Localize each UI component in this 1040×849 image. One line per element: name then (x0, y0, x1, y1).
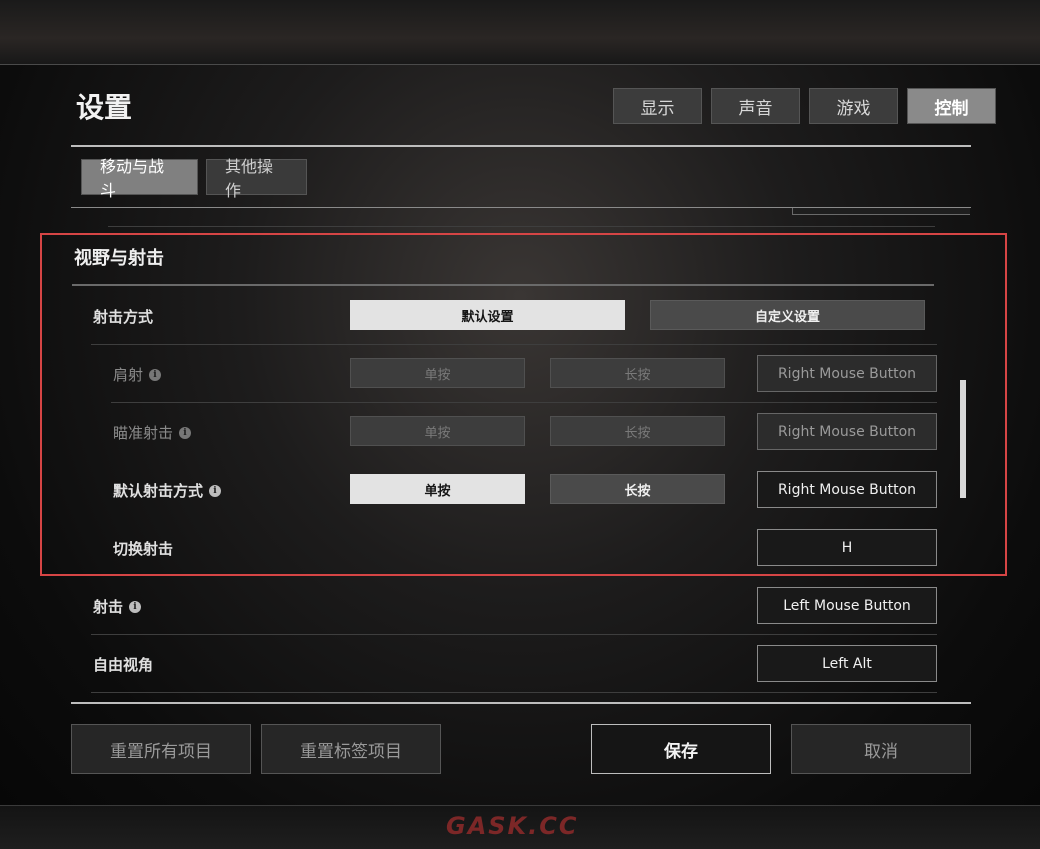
tab-controls[interactable]: 控制 (907, 88, 996, 124)
row-label: 瞄准射击 i (113, 422, 192, 443)
default-fire-key-button[interactable]: Right Mouse Button (757, 471, 937, 508)
top-backdrop (0, 0, 1040, 65)
subtab-move-combat[interactable]: 移动与战斗 (81, 157, 198, 200)
info-icon[interactable]: i (179, 426, 192, 439)
info-icon[interactable]: i (129, 600, 142, 613)
row-label: 射击 i (93, 596, 142, 617)
toggle-fire-key-button[interactable]: H (757, 529, 937, 566)
hold-option: 长按 (550, 416, 725, 446)
partial-row (108, 208, 970, 227)
list-scrollbar[interactable] (960, 380, 966, 498)
sub-tabs: 移动与战斗 其他操作 (81, 157, 307, 200)
save-button[interactable]: 保存 (591, 724, 771, 774)
main-tabs: 显示 声音 游戏 控制 (613, 88, 996, 124)
row-fire: 射击 i Left Mouse Button (91, 577, 937, 635)
hold-option: 长按 (550, 358, 725, 388)
row-label: 切换射击 (113, 540, 174, 558)
tab-display[interactable]: 显示 (613, 88, 702, 124)
row-label: 射击方式 (93, 308, 154, 326)
row-shoot-mode: 射击方式 默认设置 自定义设置 (91, 287, 937, 345)
row-aim-fire: 瞄准射击 i 单按 长按 Right Mouse Button (111, 403, 937, 460)
reset-tab-button[interactable]: 重置标签项目 (261, 724, 441, 774)
tab-game[interactable]: 游戏 (809, 88, 898, 124)
page-title: 设置 (76, 91, 133, 124)
settings-list[interactable]: 视野与射击 射击方式 默认设置 自定义设置 肩射 i 单按 长按 Right M… (72, 208, 970, 702)
row-free-look: 自由视角 Left Alt (91, 635, 937, 693)
single-press-option[interactable]: 单按 (350, 474, 525, 504)
section-divider (72, 284, 934, 286)
watermark: GASK.CC (446, 812, 579, 840)
info-icon[interactable]: i (209, 484, 222, 497)
cancel-button[interactable]: 取消 (791, 724, 971, 774)
single-press-option: 单按 (350, 416, 525, 446)
fire-key-button[interactable]: Left Mouse Button (757, 587, 937, 624)
row-shoulder-fire: 肩射 i 单按 长按 Right Mouse Button (111, 345, 937, 403)
aim-fire-key-button[interactable]: Right Mouse Button (757, 413, 937, 450)
partial-key-button[interactable] (792, 208, 970, 215)
subtab-other-actions[interactable]: 其他操作 (206, 157, 307, 200)
shoulder-fire-key-button[interactable]: Right Mouse Button (757, 355, 937, 392)
default-setting-option[interactable]: 默认设置 (350, 300, 625, 330)
info-icon[interactable]: i (149, 368, 162, 381)
footer-divider (71, 702, 971, 704)
row-label: 肩射 i (113, 364, 162, 385)
single-press-option: 单按 (350, 358, 525, 388)
row-label: 默认射击方式 i (113, 480, 222, 501)
tab-sound[interactable]: 声音 (711, 88, 800, 124)
hold-option[interactable]: 长按 (550, 474, 725, 504)
header-divider (71, 145, 971, 147)
row-label: 自由视角 (93, 656, 154, 674)
row-default-fire-mode: 默认射击方式 i 单按 长按 Right Mouse Button (111, 461, 937, 518)
reset-all-button[interactable]: 重置所有项目 (71, 724, 251, 774)
section-title: 视野与射击 (74, 248, 164, 269)
free-look-key-button[interactable]: Left Alt (757, 645, 937, 682)
custom-setting-option[interactable]: 自定义设置 (650, 300, 925, 330)
row-toggle-fire: 切换射击 H (111, 519, 937, 576)
